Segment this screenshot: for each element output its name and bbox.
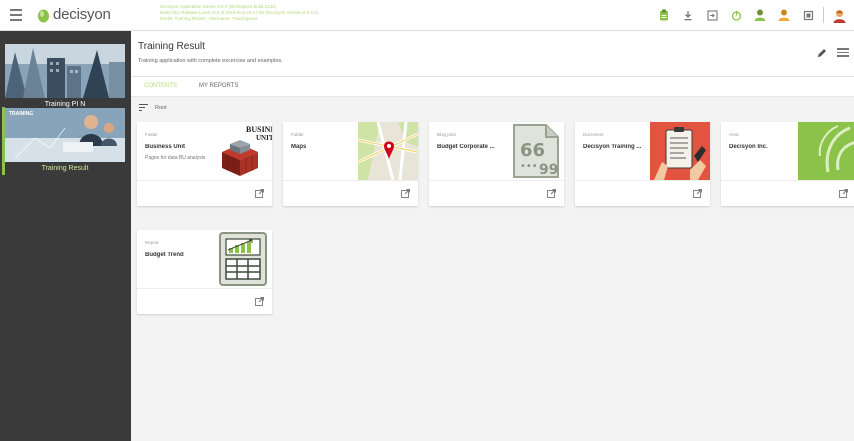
content-card-decisyon-training[interactable]: Document Decisyon Training ... (575, 122, 710, 206)
card-title: Business Unit (145, 144, 186, 150)
logo: decisyon (37, 6, 111, 23)
svg-text:•••: ••• (520, 161, 538, 172)
top-bar: decisyon Decisyon Application Server 3.0… (0, 0, 854, 31)
tab-contents[interactable]: CONTENTS (144, 83, 177, 89)
avatar-icon[interactable] (830, 6, 848, 24)
card-title: Decisyon Training ... (583, 144, 642, 150)
content-card-maps[interactable]: Folder Maps (283, 122, 418, 206)
tab-bar: CONTENTS MY REPORTS (131, 77, 854, 97)
sort-icon[interactable] (139, 104, 148, 111)
card-type: Folder (291, 132, 304, 137)
blog-post-thumbnail: 66 ••• 99 (504, 122, 564, 180)
card-type: Report (145, 240, 159, 245)
more-menu-icon[interactable] (837, 46, 849, 60)
card-footer (283, 180, 418, 206)
app-tag: TRAINING (9, 111, 34, 117)
system-info-line: Model: Training Result · Username: Train… (160, 16, 258, 21)
download-icon[interactable] (679, 6, 697, 24)
screen-icon[interactable] (799, 6, 817, 24)
apps-sidebar: Training PI N TRAINING Training Result (0, 31, 131, 441)
app-thumbnail: TRAINING (5, 108, 125, 162)
open-external-icon[interactable] (839, 189, 848, 198)
card-footer (137, 288, 272, 314)
document-thumbnail (650, 122, 710, 180)
breadcrumb: Root (139, 104, 167, 111)
breadcrumb-root[interactable]: Root (155, 105, 167, 111)
open-external-icon[interactable] (401, 189, 410, 198)
card-footer (721, 180, 854, 206)
card-type: Area (729, 132, 739, 137)
app-tile-training-pin[interactable]: Training PI N (5, 44, 125, 108)
open-external-icon[interactable] (255, 189, 264, 198)
card-title: Decisyon Inc. (729, 144, 768, 150)
card-footer (137, 180, 272, 206)
business-unit-thumbnail: BUSINESS UNIT (212, 122, 272, 180)
card-type: Blog post (437, 132, 456, 137)
system-info: Decisyon Application Server 3.0.0 (Works… (160, 4, 318, 22)
card-title: Budget Corporate ... (437, 144, 495, 150)
content-card-business-unit[interactable]: Folder Business Unit Pages for data BU a… (137, 122, 272, 206)
login-icon[interactable] (703, 6, 721, 24)
user-orange-icon[interactable] (775, 6, 793, 24)
divider (823, 7, 824, 23)
logo-text: decisyon (53, 6, 111, 23)
maps-thumbnail (358, 122, 418, 180)
report-thumbnail (212, 230, 272, 288)
card-title: Maps (291, 144, 307, 150)
svg-text:66: 66 (520, 140, 545, 161)
hamburger-menu-icon[interactable] (10, 9, 22, 21)
content-card-budget-corporate[interactable]: Blog post Budget Corporate ... 66 ••• 99 (429, 122, 564, 206)
card-footer (575, 180, 710, 206)
decisyon-leaf-icon (38, 9, 49, 22)
edit-icon[interactable] (815, 46, 829, 60)
tab-my-reports[interactable]: MY REPORTS (199, 83, 238, 89)
main-content: Training Result Training application wit… (131, 31, 854, 441)
area-thumbnail (798, 122, 854, 180)
page-title: Training Result (138, 41, 205, 52)
open-external-icon[interactable] (693, 189, 702, 198)
open-external-icon[interactable] (255, 297, 264, 306)
top-icons (649, 6, 848, 24)
app-tile-label: Training PI N (44, 101, 86, 108)
content-card-budget-trend[interactable]: Report Budget Trend (137, 230, 272, 314)
user-green-icon[interactable] (751, 6, 769, 24)
app-tile-training-result[interactable]: TRAINING Training Result (5, 108, 125, 172)
content-card-decisyon-inc[interactable]: Area Decisyon Inc. (721, 122, 854, 206)
svg-text:UNIT: UNIT (256, 134, 272, 142)
card-description: Pages for data BU analysis (145, 155, 206, 161)
card-footer (429, 180, 564, 206)
page-subtitle: Training application with complete excer… (138, 58, 283, 64)
card-type: Document (583, 132, 604, 137)
power-icon[interactable] (727, 6, 745, 24)
app-tile-label: Training Result (41, 165, 89, 172)
page-header: Training Result Training application wit… (131, 31, 854, 77)
card-type: Folder (145, 132, 158, 137)
svg-text:99: 99 (539, 162, 558, 178)
card-title: Budget Trend (145, 252, 184, 258)
app-thumbnail (5, 44, 125, 98)
open-external-icon[interactable] (547, 189, 556, 198)
svg-text:BUSINESS: BUSINESS (246, 125, 272, 134)
clipboard-icon[interactable] (655, 6, 673, 24)
